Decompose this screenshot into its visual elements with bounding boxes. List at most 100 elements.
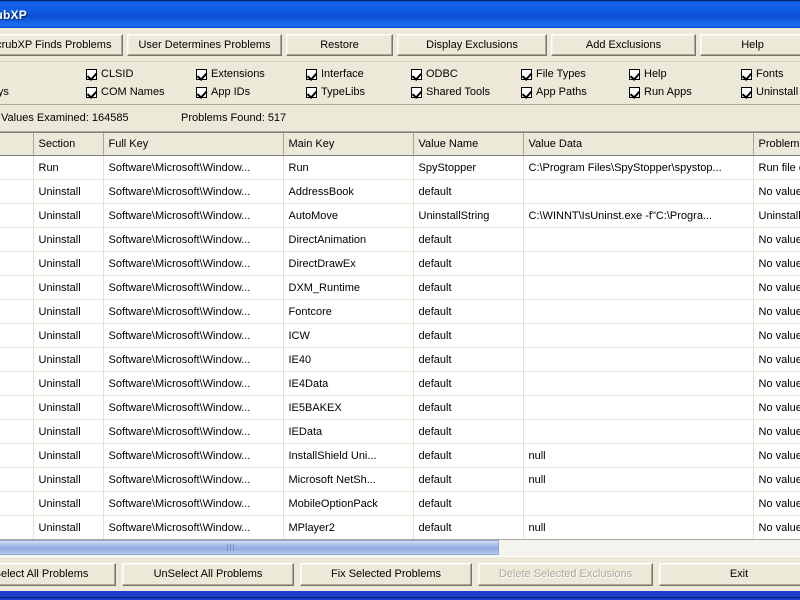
toolbar-button-5[interactable]: Help <box>700 33 800 56</box>
table-row[interactable]: (K)UninstallSoftware\Microsoft\Window...… <box>0 323 800 348</box>
table-row[interactable]: (K)UninstallSoftware\Microsoft\Window...… <box>0 515 800 539</box>
option-app-paths[interactable]: App Paths <box>521 84 587 100</box>
table-row[interactable]: (K)UninstallSoftware\Microsoft\Window...… <box>0 227 800 252</box>
cell-value-name: default <box>413 371 524 396</box>
scrollbar-thumb[interactable] <box>0 540 499 555</box>
cell-select: (K) <box>0 467 34 492</box>
cell-full-key: Software\Microsoft\Window... <box>103 419 284 444</box>
checkbox-icon[interactable] <box>411 86 422 98</box>
cell-main-key: AddressBook <box>283 179 414 204</box>
toolbar-button-0[interactable]: egScrubXP Finds Problems <box>0 33 123 56</box>
option-clsid[interactable]: CLSID <box>86 66 165 82</box>
checkbox-icon[interactable] <box>196 68 207 80</box>
toolbar-button-4[interactable]: Add Exclusions <box>551 33 696 56</box>
option-column-1: CLSID COM Names <box>86 66 165 100</box>
checkbox-icon[interactable] <box>196 86 207 98</box>
option-column-4: ODBC Shared Tools <box>411 66 490 100</box>
option-label: ODBC <box>426 68 458 80</box>
option-label: App Paths <box>536 86 587 98</box>
option-label: Shared Tools <box>426 86 491 98</box>
option-uninstall[interactable]: Uninstall <box>741 84 798 100</box>
column-header-full-key[interactable]: Full Key <box>103 133 284 156</box>
table-row[interactable]: (K)UninstallSoftware\Microsoft\Window...… <box>0 347 800 372</box>
cell-section: Uninstall <box>33 395 104 420</box>
cell-select: (K) <box>0 395 34 420</box>
cell-select: (K) <box>0 371 34 396</box>
table-row[interactable]: (K)UninstallSoftware\Microsoft\Window...… <box>0 179 800 204</box>
option-label: Run Apps <box>644 86 692 98</box>
problems-found-label: Problems Found: 517 <box>181 112 287 124</box>
cell-main-key: Fontcore <box>283 299 414 324</box>
checkbox-icon[interactable] <box>629 68 640 80</box>
table-row[interactable]: (K)UninstallSoftware\Microsoft\Window...… <box>0 491 800 516</box>
table-row[interactable]: (K)UninstallSoftware\Microsoft\Window...… <box>0 443 800 468</box>
table-row[interactable]: (K)UninstallSoftware\Microsoft\Window...… <box>0 467 800 492</box>
column-header-select[interactable]: ct <box>0 133 34 156</box>
horizontal-scrollbar[interactable] <box>0 539 800 556</box>
values-examined-label: Values Examined: 164585 <box>1 112 129 124</box>
cell-full-key: Software\Microsoft\Window... <box>103 467 284 492</box>
toolbar-button-2[interactable]: Restore <box>286 33 393 56</box>
column-header-value-data[interactable]: Value Data <box>523 133 754 156</box>
option-fonts[interactable]: Fonts <box>741 66 798 82</box>
table-row[interactable]: (K)UninstallSoftware\Microsoft\Window...… <box>0 395 800 420</box>
option-shared-tools[interactable]: Shared Tools <box>411 84 490 100</box>
option-file-types[interactable]: File Types <box>521 66 587 82</box>
bottom-button-exit[interactable]: Exit <box>659 562 800 586</box>
cell-full-key: Software\Microsoft\Window... <box>103 443 284 468</box>
checkbox-icon[interactable] <box>741 68 752 80</box>
cell-value-data <box>523 251 754 276</box>
option-extensions[interactable]: Extensions <box>196 66 265 82</box>
table-row[interactable]: (V)RunSoftware\Microsoft\Window...RunSpy… <box>0 155 800 180</box>
option-app-ids[interactable]: App IDs <box>196 84 265 100</box>
bottom-button-unselect-all-problems[interactable]: UnSelect All Problems <box>122 562 294 586</box>
checkbox-icon[interactable] <box>306 86 317 98</box>
cell-value-name: default <box>413 275 524 300</box>
bottom-button-fix-selected-problems[interactable]: Fix Selected Problems <box>300 562 472 586</box>
checkbox-icon[interactable] <box>629 86 640 98</box>
table-row[interactable]: (K)UninstallSoftware\Microsoft\Window...… <box>0 203 800 228</box>
title-bar[interactable]: gScrubXP <box>0 1 800 28</box>
option-interface[interactable]: Interface <box>306 66 365 82</box>
table-row[interactable]: (K)UninstallSoftware\Microsoft\Window...… <box>0 371 800 396</box>
column-header-value-name[interactable]: Value Name <box>413 133 524 156</box>
option-run-apps[interactable]: Run Apps <box>629 84 692 100</box>
option-com-names[interactable]: COM Names <box>86 84 165 100</box>
cell-section: Uninstall <box>33 515 104 539</box>
cell-main-key: DirectAnimation <box>283 227 414 252</box>
cell-section: Run <box>33 155 104 180</box>
table-row[interactable]: (K)UninstallSoftware\Microsoft\Window...… <box>0 251 800 276</box>
column-header-main-key[interactable]: Main Key <box>283 133 414 156</box>
checkbox-icon[interactable] <box>411 68 422 80</box>
cell-main-key: IEData <box>283 419 414 444</box>
checkbox-icon[interactable] <box>86 86 97 98</box>
cell-value-data: null <box>523 467 754 492</box>
option-typelibs[interactable]: TypeLibs <box>306 84 365 100</box>
checkbox-icon[interactable] <box>521 68 532 80</box>
cell-full-key: Software\Microsoft\Window... <box>103 227 284 252</box>
cell-full-key: Software\Microsoft\Window... <box>103 251 284 276</box>
checkbox-icon[interactable] <box>521 86 532 98</box>
cell-select: (K) <box>0 275 34 300</box>
cell-value-data <box>523 179 754 204</box>
option-odbc[interactable]: ODBC <box>411 66 490 82</box>
toolbar-button-1[interactable]: User Determines Problems <box>127 33 282 56</box>
column-header-section[interactable]: Section <box>33 133 104 156</box>
checkbox-icon[interactable] <box>741 86 752 98</box>
problems-grid[interactable]: ctSectionFull KeyMain KeyValue NameValue… <box>0 132 800 539</box>
option-label: Extensions <box>211 68 265 80</box>
table-row[interactable]: (K)UninstallSoftware\Microsoft\Window...… <box>0 419 800 444</box>
cell-main-key: IE40 <box>283 347 414 372</box>
toolbar-button-3[interactable]: Display Exclusions <box>397 33 547 56</box>
option-help[interactable]: Help <box>629 66 692 82</box>
cell-section: Uninstall <box>33 323 104 348</box>
table-row[interactable]: (K)UninstallSoftware\Microsoft\Window...… <box>0 299 800 324</box>
cell-problem: No values <box>753 347 800 372</box>
bottom-button-select-all-problems[interactable]: Select All Problems <box>0 562 116 586</box>
checkbox-icon[interactable] <box>86 68 97 80</box>
column-header-problem[interactable]: Problem <box>753 133 800 156</box>
cell-value-name: default <box>413 395 524 420</box>
window-title: gScrubXP <box>0 7 27 22</box>
checkbox-icon[interactable] <box>306 68 317 80</box>
table-row[interactable]: (K)UninstallSoftware\Microsoft\Window...… <box>0 275 800 300</box>
